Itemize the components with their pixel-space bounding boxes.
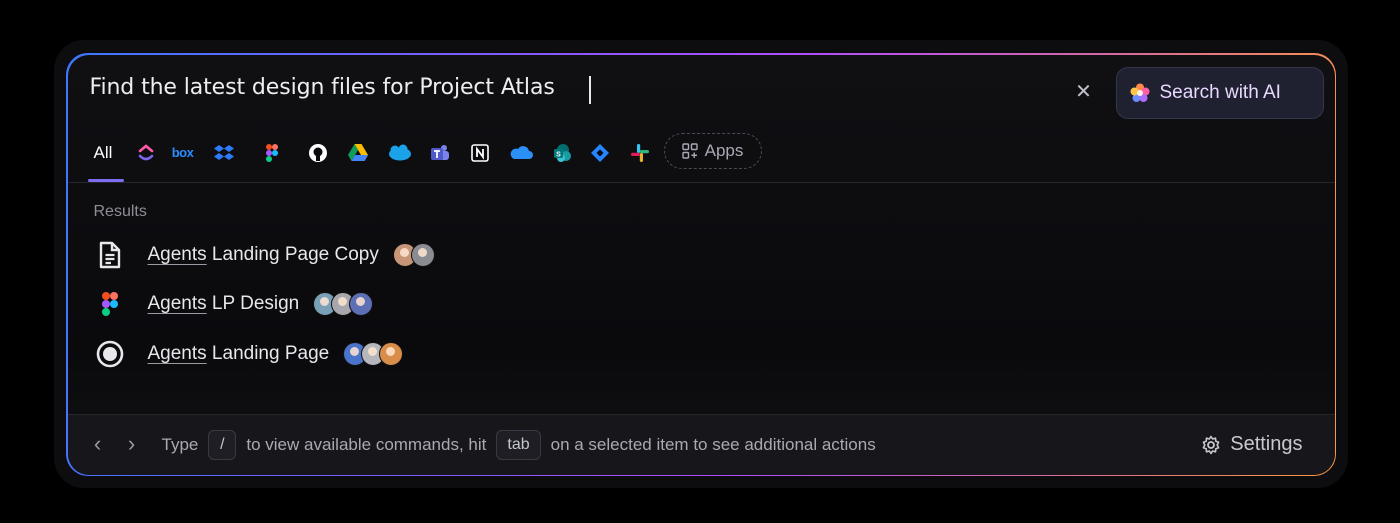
result-title-highlight: Agents	[147, 342, 207, 364]
document-icon	[94, 239, 126, 271]
result-title-rest: Landing Page Copy	[206, 243, 379, 265]
results-heading: Results	[93, 202, 147, 220]
hint-type-text: Type	[161, 434, 199, 454]
result-title: Agents Landing Page	[148, 343, 330, 365]
onedrive-icon[interactable]	[508, 141, 534, 165]
result-title-rest: LP Design	[206, 292, 300, 314]
source-filter-tabs: All box S Apps	[87, 131, 1335, 183]
result-item[interactable]: Agents Landing Page	[94, 336, 404, 372]
keyboard-hint: Type / to view available commands, hit t…	[162, 415, 876, 475]
slash-key: /	[208, 429, 237, 460]
result-title-highlight: Agents	[147, 243, 207, 265]
avatar	[410, 242, 435, 267]
collaborator-avatars	[343, 341, 404, 366]
dropbox-icon[interactable]	[212, 141, 236, 165]
jira-icon[interactable]	[588, 141, 612, 165]
result-title-highlight: Agents	[147, 292, 207, 314]
svg-text:S: S	[556, 151, 561, 158]
collaborator-avatars	[392, 242, 435, 267]
result-item[interactable]: Agents LP Design	[94, 286, 374, 322]
chevron-left-icon[interactable]: ‹	[88, 431, 108, 456]
footer-bar: ‹ › Type / to view available commands, h…	[67, 413, 1335, 475]
figma-icon[interactable]	[260, 141, 284, 165]
result-title: Agents Landing Page Copy	[148, 244, 379, 266]
header-divider	[67, 181, 1335, 183]
text-caret	[588, 75, 591, 104]
close-icon[interactable]: ✕	[1073, 81, 1095, 103]
hint-middle-text: to view available commands, hit	[246, 434, 487, 454]
google-drive-icon[interactable]	[346, 141, 370, 165]
result-title-rest: Landing Page	[206, 342, 330, 364]
avatar	[349, 291, 374, 316]
apps-button[interactable]: Apps	[663, 132, 762, 169]
slack-icon[interactable]	[628, 141, 652, 165]
radio-record-icon	[94, 338, 126, 370]
result-item[interactable]: Agents Landing Page Copy	[94, 237, 435, 273]
settings-label: Settings	[1230, 433, 1303, 455]
settings-button[interactable]: Settings	[1201, 415, 1303, 475]
result-title: Agents LP Design	[148, 293, 300, 315]
tab-all[interactable]: All	[88, 143, 119, 177]
sparkle-flower-icon	[1130, 83, 1149, 102]
gear-icon	[1202, 435, 1220, 454]
apps-grid-icon	[681, 142, 698, 159]
github-icon[interactable]	[306, 141, 330, 165]
clickup-icon[interactable]	[134, 141, 158, 165]
search-panel: Find the latest design files for Project…	[66, 53, 1336, 476]
search-header: Find the latest design files for Project…	[68, 55, 1335, 183]
box-icon[interactable]: box	[168, 141, 198, 165]
search-with-ai-label: Search with AI	[1159, 81, 1281, 103]
salesforce-icon[interactable]	[386, 141, 414, 165]
search-input[interactable]: Find the latest design files for Project…	[90, 75, 555, 100]
search-panel-inner: Find the latest design files for Project…	[67, 54, 1335, 475]
hint-end-text: on a selected item to see additional act…	[550, 434, 876, 454]
figma-icon	[94, 288, 126, 320]
apps-button-label: Apps	[704, 140, 744, 160]
sharepoint-icon[interactable]: S	[550, 141, 574, 165]
chevron-right-icon[interactable]: ›	[122, 431, 142, 456]
tab-key: tab	[496, 429, 541, 460]
search-with-ai-button[interactable]: Search with AI	[1115, 66, 1324, 119]
avatar	[379, 341, 404, 366]
collaborator-avatars	[313, 291, 374, 316]
teams-icon[interactable]	[428, 141, 452, 165]
notion-icon[interactable]	[468, 141, 492, 165]
